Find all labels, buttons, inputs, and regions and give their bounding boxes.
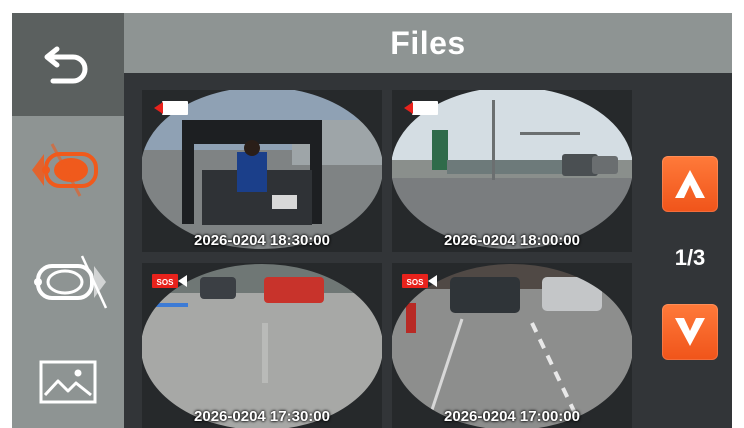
front-camera-button[interactable] (12, 131, 124, 209)
video-thumbnail[interactable]: 2026-0204 18:00:00 (392, 90, 632, 252)
video-thumbnail[interactable]: 2026-0204 18:30:00 (142, 90, 382, 252)
image-gallery-icon (39, 360, 97, 404)
header-bar: Files (124, 13, 732, 73)
rear-camera-icon (34, 255, 108, 309)
sos-video-thumbnail[interactable]: SOS 2026-0204 17:00:00 (392, 263, 632, 428)
page-indicator: 1/3 (674, 245, 706, 270)
video-timestamp: 2026-0204 17:00:00 (444, 408, 580, 425)
rear-camera-button[interactable] (12, 243, 124, 321)
video-timestamp: 2026-0204 18:30:00 (194, 232, 330, 249)
sos-badge-icon: SOS (152, 274, 187, 288)
svg-text:SOS: SOS (407, 278, 425, 287)
front-camera-icon (32, 143, 98, 197)
sos-video-thumbnail[interactable]: SOS 2026-0204 17:30:00 (142, 263, 382, 428)
chevron-up-icon (675, 170, 705, 198)
page-title: Files (390, 24, 466, 61)
sidebar (12, 13, 124, 428)
back-arrow-icon (44, 46, 88, 83)
recording-icon (404, 101, 438, 115)
recording-icon (154, 101, 188, 115)
chevron-down-icon (675, 318, 705, 346)
video-timestamp: 2026-0204 17:30:00 (194, 408, 330, 425)
svg-text:SOS: SOS (157, 278, 175, 287)
photo-gallery-button[interactable] (12, 343, 124, 421)
file-browser-screen: Files 2026-0204 18:30:00 2026-0204 18:00… (12, 13, 732, 428)
back-button[interactable] (12, 13, 124, 116)
page-up-button[interactable] (662, 156, 718, 212)
video-timestamp: 2026-0204 18:00:00 (444, 232, 580, 249)
sos-badge-icon: SOS (402, 274, 437, 288)
page-down-button[interactable] (662, 304, 718, 360)
